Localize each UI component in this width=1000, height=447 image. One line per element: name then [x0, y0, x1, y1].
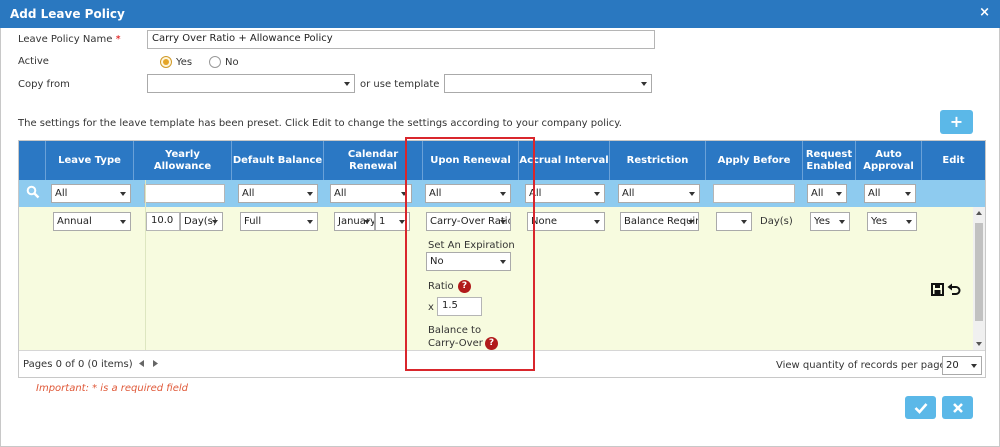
active-no-radio[interactable] [209, 56, 221, 68]
filter-apply-before[interactable] [713, 184, 795, 203]
header-request-enabled[interactable]: Request Enabled [803, 141, 856, 180]
row-apply-before-select[interactable] [716, 212, 752, 231]
required-marker: * [115, 34, 121, 45]
undo-icon[interactable] [947, 283, 961, 296]
template-select[interactable] [444, 74, 652, 93]
preset-note: The settings for the leave template has … [18, 118, 622, 129]
dialog-title: Add Leave Policy [10, 7, 125, 21]
scrollbar-thumb[interactable] [975, 223, 983, 321]
leave-policy-name-label: Leave Policy Name * [18, 34, 121, 45]
check-icon [914, 403, 927, 414]
x-icon [952, 403, 963, 413]
next-page-icon[interactable] [153, 360, 159, 367]
cancel-button[interactable] [942, 396, 973, 419]
row-accrual-interval-select[interactable]: None [527, 212, 605, 231]
row-auto-approval-select[interactable]: Yes [867, 212, 917, 231]
search-icon[interactable] [26, 185, 40, 199]
active-no-label: No [225, 57, 239, 68]
active-yes-radio[interactable] [160, 56, 172, 68]
or-use-template-label: or use template [360, 79, 440, 90]
header-restriction[interactable]: Restriction [610, 141, 706, 180]
pager-text: Pages 0 of 0 (0 items) [23, 359, 133, 370]
filter-yearly-allowance[interactable] [144, 184, 225, 203]
header-auto-approval[interactable]: Auto Approval [856, 141, 922, 180]
header-edit: Edit [942, 154, 965, 166]
records-per-page-label: View quantity of records per page [776, 360, 946, 371]
filter-auto-approval[interactable]: All [864, 184, 916, 203]
filter-calendar-renewal[interactable]: All [330, 184, 412, 203]
header-leave-type[interactable]: Leave Type [46, 141, 134, 180]
filter-restriction[interactable]: All [618, 184, 700, 203]
header-spacer [19, 141, 46, 180]
active-label: Active [18, 56, 49, 67]
copy-from-label: Copy from [18, 79, 70, 90]
row-restriction-select[interactable]: Balance Required [620, 212, 699, 231]
prev-page-icon[interactable] [139, 360, 145, 367]
copy-from-select[interactable] [147, 74, 355, 93]
scroll-down-icon[interactable] [976, 342, 982, 346]
filter-default-balance[interactable]: All [238, 184, 318, 203]
records-per-page-select[interactable]: 20 [942, 356, 982, 375]
filter-accrual-interval[interactable]: All [525, 184, 605, 203]
active-yes-label: Yes [176, 57, 193, 68]
row-request-enabled-select[interactable]: Yes [810, 212, 850, 231]
close-icon[interactable]: × [979, 5, 990, 20]
row-leave-type-select[interactable]: Annual [53, 212, 131, 231]
header-yearly-allowance[interactable]: Yearly Allowance [134, 141, 232, 180]
filter-request-enabled[interactable]: All [807, 184, 847, 203]
header-default-balance[interactable]: Default Balance [232, 141, 324, 180]
leave-policy-name-input[interactable]: Carry Over Ratio + Allowance Policy [147, 30, 655, 49]
filter-leave-type[interactable]: All [51, 184, 131, 203]
save-icon[interactable] [931, 283, 944, 296]
upon-renewal-highlight [405, 137, 535, 371]
add-button[interactable]: + [940, 110, 973, 134]
required-field-note: Important: * is a required field [36, 383, 189, 394]
scroll-up-icon[interactable] [976, 211, 982, 215]
header-apply-before[interactable]: Apply Before [706, 141, 803, 180]
row-apply-before-unit: Day(s) [760, 216, 793, 227]
row-allowance-unit-select[interactable]: Day(s) [180, 212, 223, 231]
row-default-balance-select[interactable]: Full [240, 212, 318, 231]
confirm-button[interactable] [905, 396, 936, 419]
row-allowance-input[interactable]: 10.0 [146, 212, 180, 231]
row-renewal-month-select[interactable]: January [334, 212, 375, 231]
grid-scrollbar[interactable] [973, 207, 985, 350]
dialog-title-bar: Add Leave Policy × [0, 0, 1000, 28]
